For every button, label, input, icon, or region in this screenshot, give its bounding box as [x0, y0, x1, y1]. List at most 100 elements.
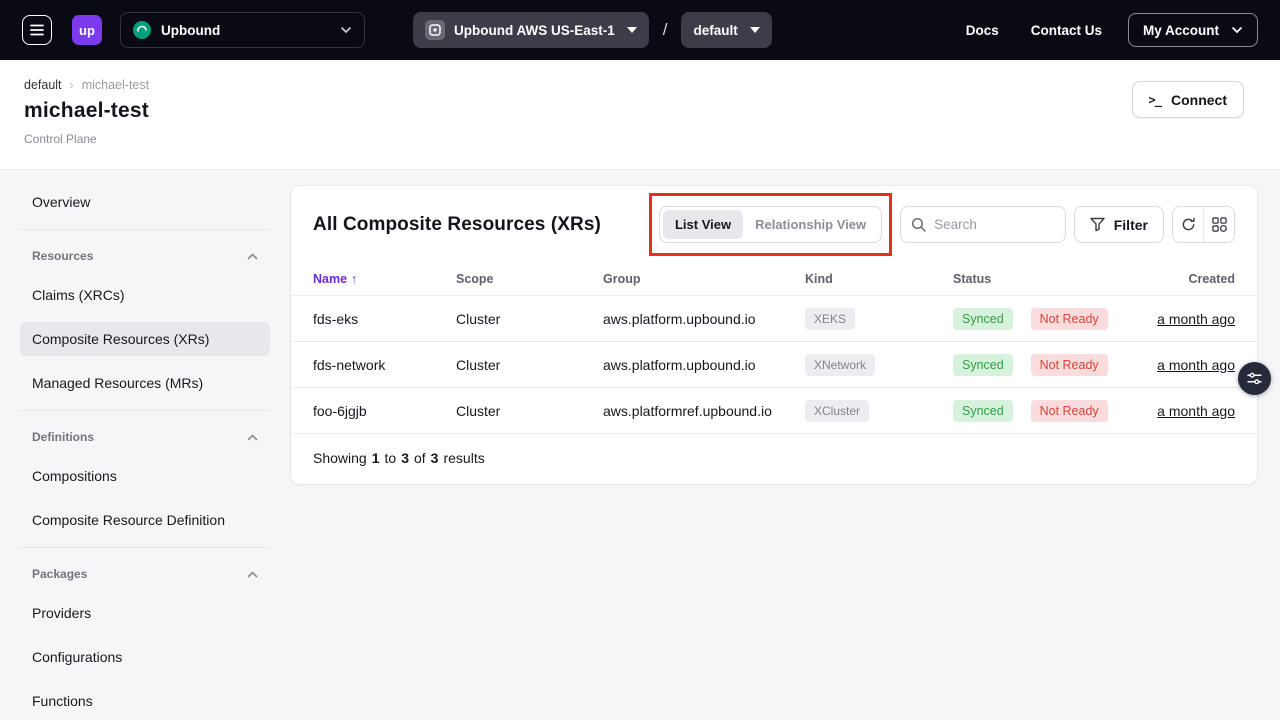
sidebar-item-configurations[interactable]: Configurations [20, 640, 270, 674]
cell-name: foo-6jgjb [313, 403, 456, 419]
caret-down-icon [627, 27, 637, 33]
column-header-kind[interactable]: Kind [805, 272, 953, 286]
organization-icon [133, 21, 151, 39]
page-title: michael-test [24, 99, 1256, 123]
sidebar-item-functions[interactable]: Functions [20, 684, 270, 718]
sidebar: Overview Resources Claims (XRCs) Composi… [20, 185, 270, 720]
table-row[interactable]: fds-network Cluster aws.platform.upbound… [291, 341, 1257, 387]
page-subtitle: Control Plane [24, 132, 1256, 146]
chevron-down-icon [340, 26, 352, 34]
table-row[interactable]: fds-eks Cluster aws.platform.upbound.io … [291, 295, 1257, 341]
my-account-button[interactable]: My Account [1128, 13, 1258, 47]
relationship-view-tab[interactable]: Relationship View [743, 210, 878, 239]
section-label: Resources [32, 249, 93, 263]
cell-kind: XEKS [805, 308, 953, 330]
page: up Upbound Upbound AWS US-East-1 / defau… [0, 0, 1280, 720]
refresh-button[interactable] [1173, 207, 1203, 242]
docs-link[interactable]: Docs [966, 23, 999, 38]
filter-button[interactable]: Filter [1074, 206, 1164, 243]
status-badge-synced: Synced [953, 354, 1013, 376]
panel-header: All Composite Resources (XRs) List View … [291, 186, 1257, 263]
breadcrumb-root[interactable]: default [24, 78, 62, 92]
page-header: default › michael-test michael-test Cont… [0, 60, 1280, 170]
view-toggle-wrapper: List View Relationship View [659, 206, 882, 243]
sidebar-item-composite-resources[interactable]: Composite Resources (XRs) [20, 322, 270, 356]
organization-selector[interactable]: Upbound [120, 12, 365, 48]
cell-status: Synced Not Ready [953, 308, 1149, 330]
cell-created: a month ago [1149, 311, 1235, 327]
panel-title: All Composite Resources (XRs) [313, 214, 601, 236]
table-row[interactable]: foo-6jgjb Cluster aws.platformref.upboun… [291, 387, 1257, 433]
section-label: Definitions [32, 430, 94, 444]
cell-group: aws.platformref.upbound.io [603, 403, 805, 419]
cell-scope: Cluster [456, 311, 603, 327]
column-header-name[interactable]: Name ↑ [313, 272, 456, 286]
list-view-tab[interactable]: List View [663, 210, 743, 239]
contact-us-link[interactable]: Contact Us [1031, 23, 1102, 38]
filter-button-label: Filter [1114, 217, 1148, 233]
quick-panel-button[interactable] [1238, 362, 1271, 395]
top-navigation-bar: up Upbound Upbound AWS US-East-1 / defau… [0, 0, 1280, 60]
cell-kind: XNetwork [805, 354, 953, 376]
control-plane-selector[interactable]: Upbound AWS US-East-1 [413, 12, 649, 48]
status-badge-synced: Synced [953, 400, 1013, 422]
cell-status: Synced Not Ready [953, 400, 1149, 422]
sidebar-section-resources[interactable]: Resources [20, 246, 270, 266]
kind-badge: XEKS [805, 308, 855, 330]
chevron-up-icon [247, 253, 258, 260]
sidebar-item-composite-resource-definition[interactable]: Composite Resource Definition [20, 503, 270, 537]
cell-group: aws.platform.upbound.io [603, 311, 805, 327]
control-plane-icon [425, 20, 445, 40]
status-badge-not-ready: Not Ready [1031, 400, 1108, 422]
created-time-link[interactable]: a month ago [1157, 357, 1235, 373]
tune-icon [1247, 372, 1262, 385]
column-header-group[interactable]: Group [603, 272, 805, 286]
chevron-up-icon [247, 571, 258, 578]
breadcrumb: default › michael-test [24, 78, 1256, 92]
chevron-up-icon [247, 434, 258, 441]
cell-name: fds-eks [313, 311, 456, 327]
created-time-link[interactable]: a month ago [1157, 403, 1235, 419]
widgets-button[interactable] [1203, 207, 1234, 242]
chevron-down-icon [1231, 26, 1243, 34]
sidebar-item-compositions[interactable]: Compositions [20, 459, 270, 493]
menu-button[interactable] [22, 15, 52, 45]
column-header-status[interactable]: Status [953, 272, 1149, 286]
view-toggle: List View Relationship View [659, 206, 882, 243]
path-separator: / [663, 20, 668, 40]
cell-kind: XCluster [805, 400, 953, 422]
connect-button[interactable]: >_ Connect [1132, 81, 1244, 118]
control-plane-label: Upbound AWS US-East-1 [454, 23, 615, 38]
namespace-selector[interactable]: default [681, 12, 771, 48]
created-time-link[interactable]: a month ago [1157, 311, 1235, 327]
upbound-logo[interactable]: up [72, 15, 102, 45]
search-icon [911, 217, 926, 232]
divider [20, 547, 270, 548]
column-header-scope[interactable]: Scope [456, 272, 603, 286]
breadcrumb-separator-icon: › [70, 78, 74, 92]
status-badge-not-ready: Not Ready [1031, 354, 1108, 376]
sidebar-item-providers[interactable]: Providers [20, 596, 270, 630]
sidebar-item-claims[interactable]: Claims (XRCs) [20, 278, 270, 312]
connect-button-label: Connect [1171, 92, 1227, 108]
hamburger-icon [30, 24, 44, 36]
funnel-icon [1090, 217, 1105, 232]
sidebar-item-overview[interactable]: Overview [20, 185, 270, 219]
status-badge-not-ready: Not Ready [1031, 308, 1108, 330]
table-header-row: Name ↑ Scope Group Kind Status Created [291, 263, 1257, 295]
divider [20, 410, 270, 411]
cell-scope: Cluster [456, 357, 603, 373]
section-label: Packages [32, 567, 87, 581]
sidebar-section-packages[interactable]: Packages [20, 564, 270, 584]
sidebar-section-definitions[interactable]: Definitions [20, 427, 270, 447]
composite-resources-panel: All Composite Resources (XRs) List View … [290, 185, 1258, 485]
cell-group: aws.platform.upbound.io [603, 357, 805, 373]
column-header-created[interactable]: Created [1149, 272, 1235, 286]
cell-created: a month ago [1149, 357, 1235, 373]
table-actions [1172, 206, 1235, 243]
cell-created: a month ago [1149, 403, 1235, 419]
sidebar-item-managed-resources[interactable]: Managed Resources (MRs) [20, 366, 270, 400]
results-summary: Showing 1 to 3 of 3 results [291, 433, 1257, 484]
search-input[interactable] [934, 217, 1055, 232]
cell-status: Synced Not Ready [953, 354, 1149, 376]
